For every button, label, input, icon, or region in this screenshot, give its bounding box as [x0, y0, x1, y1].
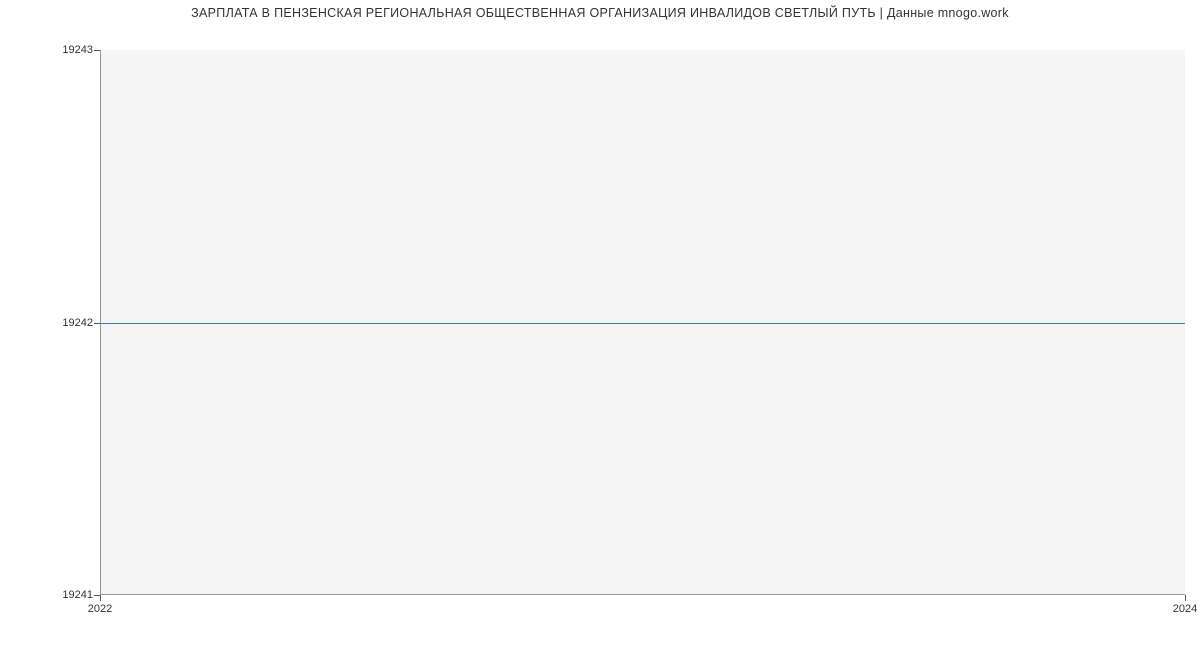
y-tick-label: 19243 [3, 44, 93, 56]
x-tick-label: 2024 [1173, 603, 1197, 615]
y-tick [94, 50, 100, 51]
y-tick-label: 19242 [3, 317, 93, 329]
y-tick-label: 19241 [3, 589, 93, 601]
chart-title: ЗАРПЛАТА В ПЕНЗЕНСКАЯ РЕГИОНАЛЬНАЯ ОБЩЕС… [0, 6, 1200, 20]
series-line [100, 323, 1185, 324]
x-tick [1185, 595, 1186, 601]
x-tick-label: 2022 [88, 603, 112, 615]
x-tick [100, 595, 101, 601]
